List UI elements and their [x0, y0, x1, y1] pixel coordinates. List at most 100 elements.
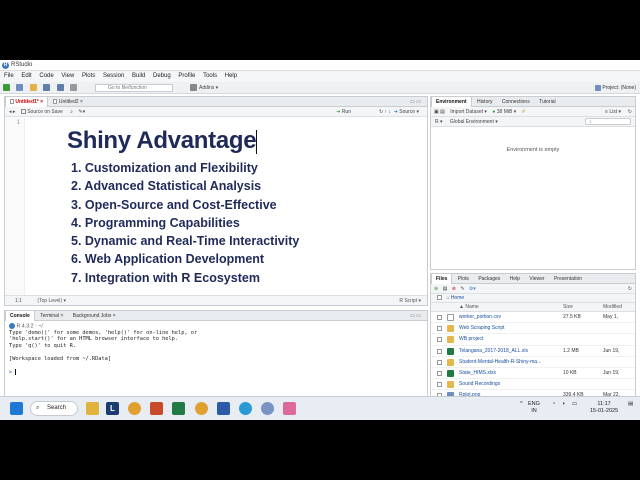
source-on-save-checkbox[interactable]: [20, 109, 26, 115]
save-icon[interactable]: [43, 84, 51, 91]
tab-background-jobs[interactable]: Background Jobs ×: [69, 311, 120, 321]
breadcrumb-home[interactable]: Home: [451, 295, 464, 301]
file-row[interactable]: State_HIMS.xlsx 10 KB Jun 19,: [431, 368, 635, 380]
home-icon[interactable]: ⌂: [446, 295, 449, 301]
wand-icon[interactable]: ✎▾: [78, 109, 85, 115]
excel-icon[interactable]: [172, 402, 185, 415]
tray-chevron-icon[interactable]: ^: [520, 401, 523, 408]
tab-tutorial[interactable]: Tutorial: [535, 97, 560, 107]
memory-usage[interactable]: ● 38 MiB ▾: [492, 109, 516, 115]
new-project-icon[interactable]: [16, 84, 24, 91]
word-icon[interactable]: [217, 402, 230, 415]
chrome-profile-icon[interactable]: [195, 402, 208, 415]
project-menu[interactable]: Project: (None): [594, 82, 636, 94]
tab-packages[interactable]: Packages: [474, 274, 504, 284]
file-checkbox[interactable]: [437, 359, 442, 365]
file-name[interactable]: Telangana_2017-2018_ALL.xls: [459, 346, 528, 357]
file-row[interactable]: WB project: [431, 334, 635, 346]
tab-files[interactable]: Files: [431, 274, 453, 284]
source-button[interactable]: ➜ Source ▾: [394, 107, 419, 117]
menu-session[interactable]: Session: [103, 73, 124, 79]
scope-indicator[interactable]: (Top Level) ▾: [37, 298, 66, 304]
broom-icon[interactable]: ✐: [522, 109, 526, 115]
file-checkbox[interactable]: [437, 370, 442, 376]
pane-minmax-icon[interactable]: ▭ ▭: [410, 97, 421, 107]
load-workspace-icon[interactable]: ▣ ▤: [434, 109, 445, 115]
menu-help[interactable]: Help: [225, 73, 237, 79]
network-icon[interactable]: ◔: [552, 401, 555, 408]
column-size[interactable]: Size: [563, 303, 573, 312]
file-checkbox[interactable]: [437, 348, 442, 354]
new-folder-icon[interactable]: ⊕: [434, 286, 438, 292]
rerun-icon[interactable]: ↻ ↑ ↓: [379, 107, 391, 117]
select-all-checkbox[interactable]: [437, 295, 442, 301]
taskbar-search[interactable]: ⌕ Search: [30, 401, 78, 416]
tab-untitled2[interactable]: Untitled2 ×: [49, 97, 86, 107]
console-output[interactable]: R 4.3.2 · ~/ Type 'demo()' for some demo…: [5, 321, 427, 378]
tab-plots[interactable]: Plots: [454, 274, 473, 284]
volume-icon[interactable]: ◖: [562, 401, 565, 408]
new-file-icon[interactable]: [3, 84, 10, 91]
menu-code[interactable]: Code: [39, 73, 53, 79]
tab-viewer[interactable]: Viewer: [525, 274, 548, 284]
tab-console[interactable]: Console: [5, 311, 35, 321]
upload-icon[interactable]: ▤: [443, 286, 448, 292]
file-name[interactable]: Sound Recordings: [459, 379, 500, 390]
rename-icon[interactable]: ✎: [460, 286, 464, 292]
file-row[interactable]: Telangana_2017-2018_ALL.xls 1.2 MB Jun 19,: [431, 346, 635, 357]
menu-plots[interactable]: Plots: [82, 73, 95, 79]
photos-icon[interactable]: [283, 402, 296, 415]
language-select[interactable]: R ▾: [435, 119, 443, 125]
notifications-icon[interactable]: ▤: [628, 401, 633, 408]
file-name[interactable]: WB project: [459, 334, 483, 345]
menu-profile[interactable]: Profile: [178, 73, 195, 79]
console-prompt[interactable]: >: [9, 368, 423, 376]
rstudio-taskbar-icon[interactable]: [261, 402, 274, 415]
tab-terminal[interactable]: Terminal ×: [36, 311, 67, 321]
windows-start-icon[interactable]: [10, 402, 23, 415]
file-checkbox[interactable]: [437, 382, 442, 388]
pane-minmax-icon[interactable]: ▭ ▭: [410, 311, 421, 321]
tab-help[interactable]: Help: [506, 274, 524, 284]
menu-view[interactable]: View: [61, 73, 74, 79]
file-name[interactable]: Web Scraping Script: [459, 323, 504, 334]
addins-menu[interactable]: Addins ▾: [190, 82, 218, 94]
column-name[interactable]: ▲ Name: [459, 303, 479, 312]
file-checkbox[interactable]: [437, 326, 442, 332]
refresh-icon[interactable]: ↻: [628, 107, 632, 117]
file-name[interactable]: Student-Mental-Health-R-Shiny-ma...: [459, 357, 541, 368]
tab-history[interactable]: History: [473, 97, 497, 107]
run-button[interactable]: ➜ Run: [336, 107, 351, 117]
open-folder-icon[interactable]: [29, 84, 37, 91]
menu-debug[interactable]: Debug: [153, 73, 171, 79]
back-icon[interactable]: ◂ ▸: [9, 109, 15, 115]
tab-untitled1[interactable]: Untitled1* ×: [5, 97, 49, 107]
print-icon[interactable]: [69, 84, 77, 91]
tab-connections[interactable]: Connections: [498, 97, 534, 107]
menu-build[interactable]: Build: [132, 73, 145, 79]
save-all-icon[interactable]: [56, 84, 64, 91]
goto-file-input[interactable]: Go to file/function: [95, 84, 173, 92]
file-row[interactable]: Sound Recordings: [431, 379, 635, 391]
menu-file[interactable]: File: [4, 73, 14, 79]
menu-tools[interactable]: Tools: [203, 73, 217, 79]
edge-icon[interactable]: [239, 402, 252, 415]
file-row[interactable]: worker_portion.csv 27.5 KB May 1,: [431, 312, 635, 324]
app-l-icon[interactable]: L: [106, 402, 119, 415]
refresh-icon[interactable]: ↻: [628, 284, 632, 294]
file-name[interactable]: State_HIMS.xlsx: [459, 368, 496, 379]
keyboard-language[interactable]: ENG IN: [528, 401, 540, 415]
import-dataset-button[interactable]: Import Dataset ▾: [450, 109, 487, 115]
battery-icon[interactable]: ▭: [572, 401, 577, 408]
environment-search-input[interactable]: ⌕: [585, 118, 631, 125]
file-row[interactable]: Web Scraping Script: [431, 323, 635, 335]
column-modified[interactable]: Modified: [603, 303, 622, 312]
file-row[interactable]: Student-Mental-Health-R-Shiny-ma...: [431, 357, 635, 368]
delete-icon[interactable]: ⊗: [452, 286, 456, 292]
file-explorer-icon[interactable]: [86, 402, 99, 415]
scope-select[interactable]: Global Environment ▾: [450, 119, 498, 125]
tab-presentation[interactable]: Presentation: [550, 274, 586, 284]
chrome-icon[interactable]: [128, 402, 141, 415]
more-gear-icon[interactable]: ⚙▾: [469, 286, 476, 292]
menu-edit[interactable]: Edit: [21, 73, 31, 79]
